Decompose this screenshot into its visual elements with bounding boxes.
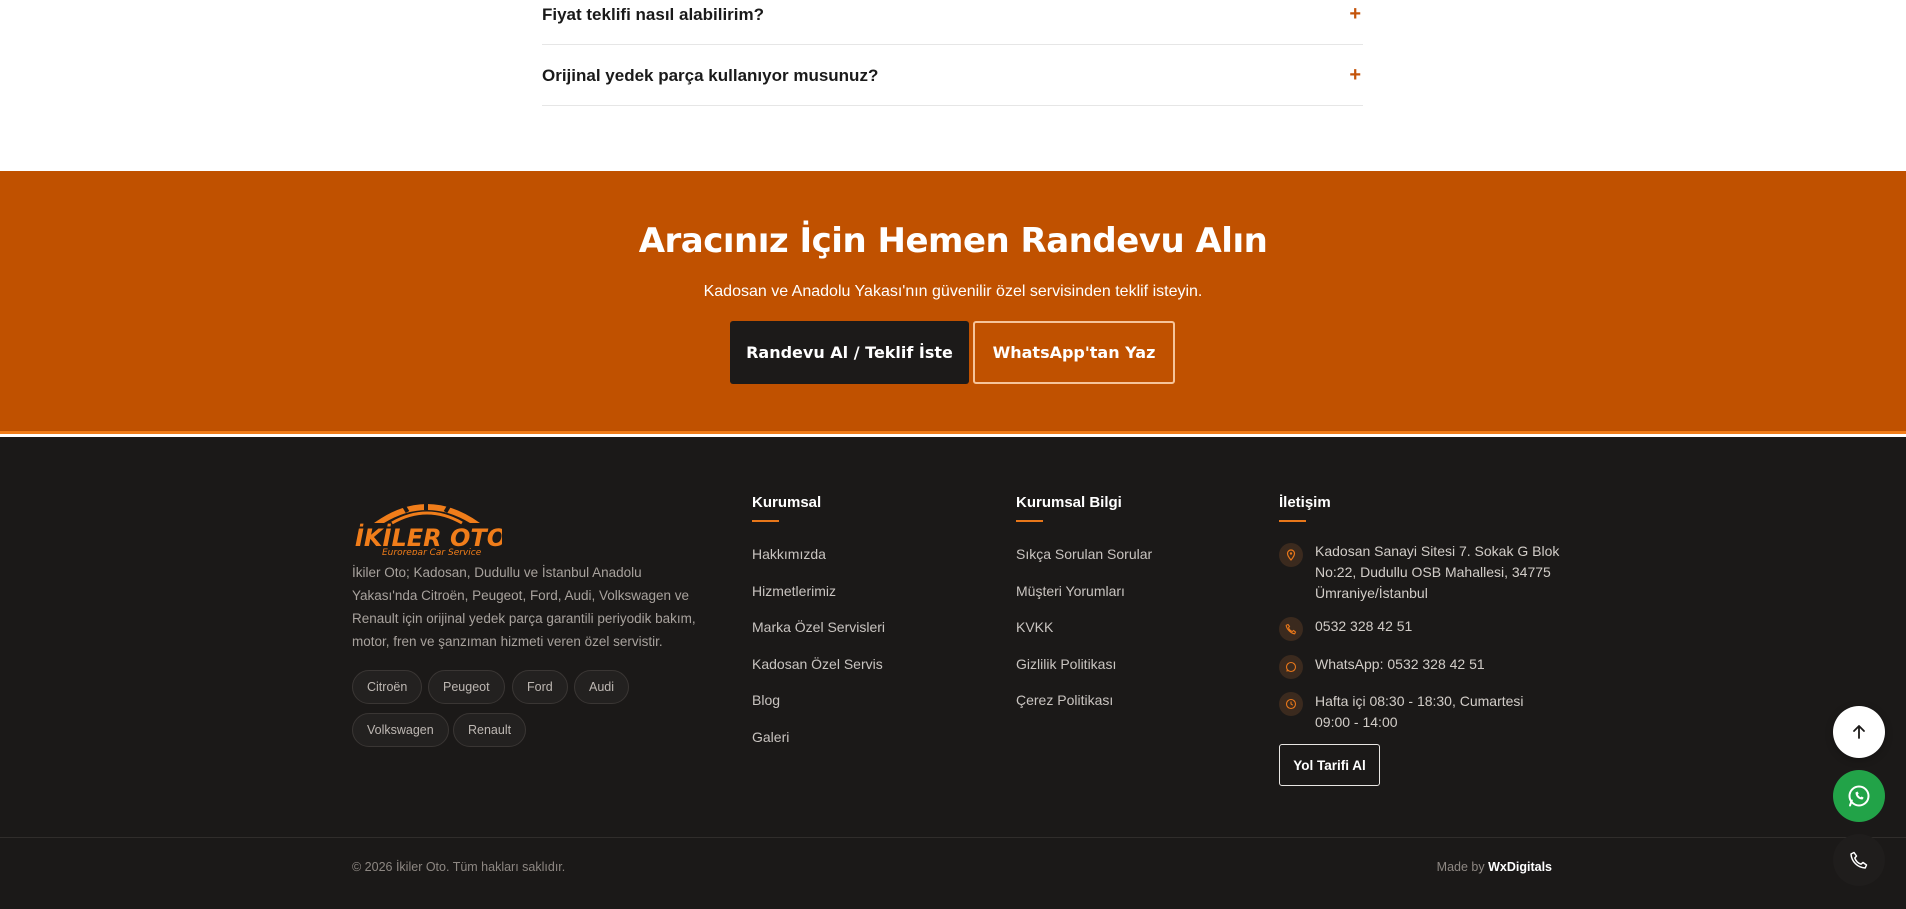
contact-hours: Hafta içi 08:30 - 18:30, Cumartesi 09:00…	[1315, 693, 1524, 730]
brand-tag[interactable]: Volkswagen	[352, 713, 449, 747]
contact-whatsapp[interactable]: WhatsApp: 0532 328 42 51	[1315, 654, 1485, 675]
column-title-kurumsal: Kurumsal	[752, 494, 822, 522]
brand-tag[interactable]: Ford	[512, 670, 568, 704]
brand-tag[interactable]: Renault	[453, 713, 527, 747]
whatsapp-float-button[interactable]	[1833, 770, 1885, 822]
phone-icon	[1279, 617, 1303, 641]
call-float-button[interactable]	[1833, 834, 1885, 886]
expand-plus-icon[interactable]: +	[1349, 64, 1363, 87]
faq-item[interactable]: Orijinal yedek parça kullanıyor musunuz?…	[542, 46, 1363, 106]
made-by-brand-link[interactable]: WxDigitals	[1488, 860, 1552, 874]
clock-icon	[1279, 692, 1303, 716]
appointment-cta-section: Aracınız İçin Hemen Randevu Alın Kadosan…	[0, 171, 1906, 434]
footer-link[interactable]: Marka Özel Servisleri	[752, 619, 885, 635]
about-text: İkiler Oto; Kadosan, Dudullu ve İstanbul…	[352, 565, 696, 649]
footer-link[interactable]: Müşteri Yorumları	[1016, 583, 1125, 599]
footer-link[interactable]: Gizlilik Politikası	[1016, 656, 1116, 672]
brand-tag[interactable]: Citroën	[352, 670, 423, 704]
contact-address: Kadosan Sanayi Sitesi 7. Sokak G Blok No…	[1315, 543, 1560, 601]
footer-link[interactable]: KVKK	[1016, 619, 1053, 635]
footer-divider	[0, 837, 1906, 838]
brand-logo[interactable]: İKİLER OTO Eurorepar Car Service	[352, 493, 507, 558]
footer-link[interactable]: Hizmetlerimiz	[752, 583, 836, 599]
footer-link[interactable]: Galeri	[752, 729, 789, 745]
whatsapp-icon	[1848, 785, 1870, 807]
cta-subtitle: Kadosan ve Anadolu Yakası'nın güvenilir …	[703, 283, 1203, 300]
column-title-kurumsal-bilgi: Kurumsal Bilgi	[1016, 494, 1122, 522]
location-pin-icon	[1279, 543, 1303, 567]
copyright: © 2026 İkiler Oto. Tüm hakları saklıdır.	[352, 860, 566, 874]
arrow-up-icon	[1853, 725, 1865, 739]
footer-link[interactable]: Hakkımızda	[752, 546, 826, 562]
faq-question: Fiyat teklifi nasıl alabilirim?	[542, 4, 765, 24]
faq-item[interactable]: Fiyat teklifi nasıl alabilirim? +	[542, 0, 1363, 45]
whatsapp-icon	[1279, 655, 1303, 679]
made-by: Made by WxDigitals	[1437, 860, 1552, 874]
brand-tag[interactable]: Peugeot	[428, 670, 505, 704]
made-by-prefix: Made by	[1436, 860, 1485, 874]
footer-link[interactable]: Kadosan Özel Servis	[752, 656, 883, 672]
directions-button[interactable]: Yol Tarifi Al	[1279, 744, 1380, 786]
column-title-iletisim: İletişim	[1279, 494, 1331, 522]
footer-link[interactable]: Çerez Politikası	[1016, 692, 1113, 708]
contact-phone[interactable]: 0532 328 42 51	[1315, 616, 1412, 637]
footer-link[interactable]: Sıkça Sorulan Sorular	[1016, 546, 1152, 562]
whatsapp-button[interactable]: WhatsApp'tan Yaz	[973, 321, 1175, 384]
faq-question: Orijinal yedek parça kullanıyor musunuz?	[542, 65, 879, 85]
faq-section: Fiyat teklifi nasıl alabilirim? + Orijin…	[0, 0, 1906, 170]
appointment-button[interactable]: Randevu Al / Teklif İste	[730, 321, 969, 384]
scroll-to-top-button[interactable]	[1833, 706, 1885, 758]
phone-icon	[1850, 851, 1868, 869]
brand-tag[interactable]: Audi	[574, 670, 630, 704]
svg-text:Eurorepar Car Service: Eurorepar Car Service	[382, 548, 482, 555]
footer: İKİLER OTO Eurorepar Car Service İkiler …	[0, 437, 1906, 909]
expand-plus-icon[interactable]: +	[1349, 3, 1363, 26]
footer-link[interactable]: Blog	[752, 692, 780, 708]
cta-title: Aracınız İçin Hemen Randevu Alın	[638, 221, 1268, 261]
